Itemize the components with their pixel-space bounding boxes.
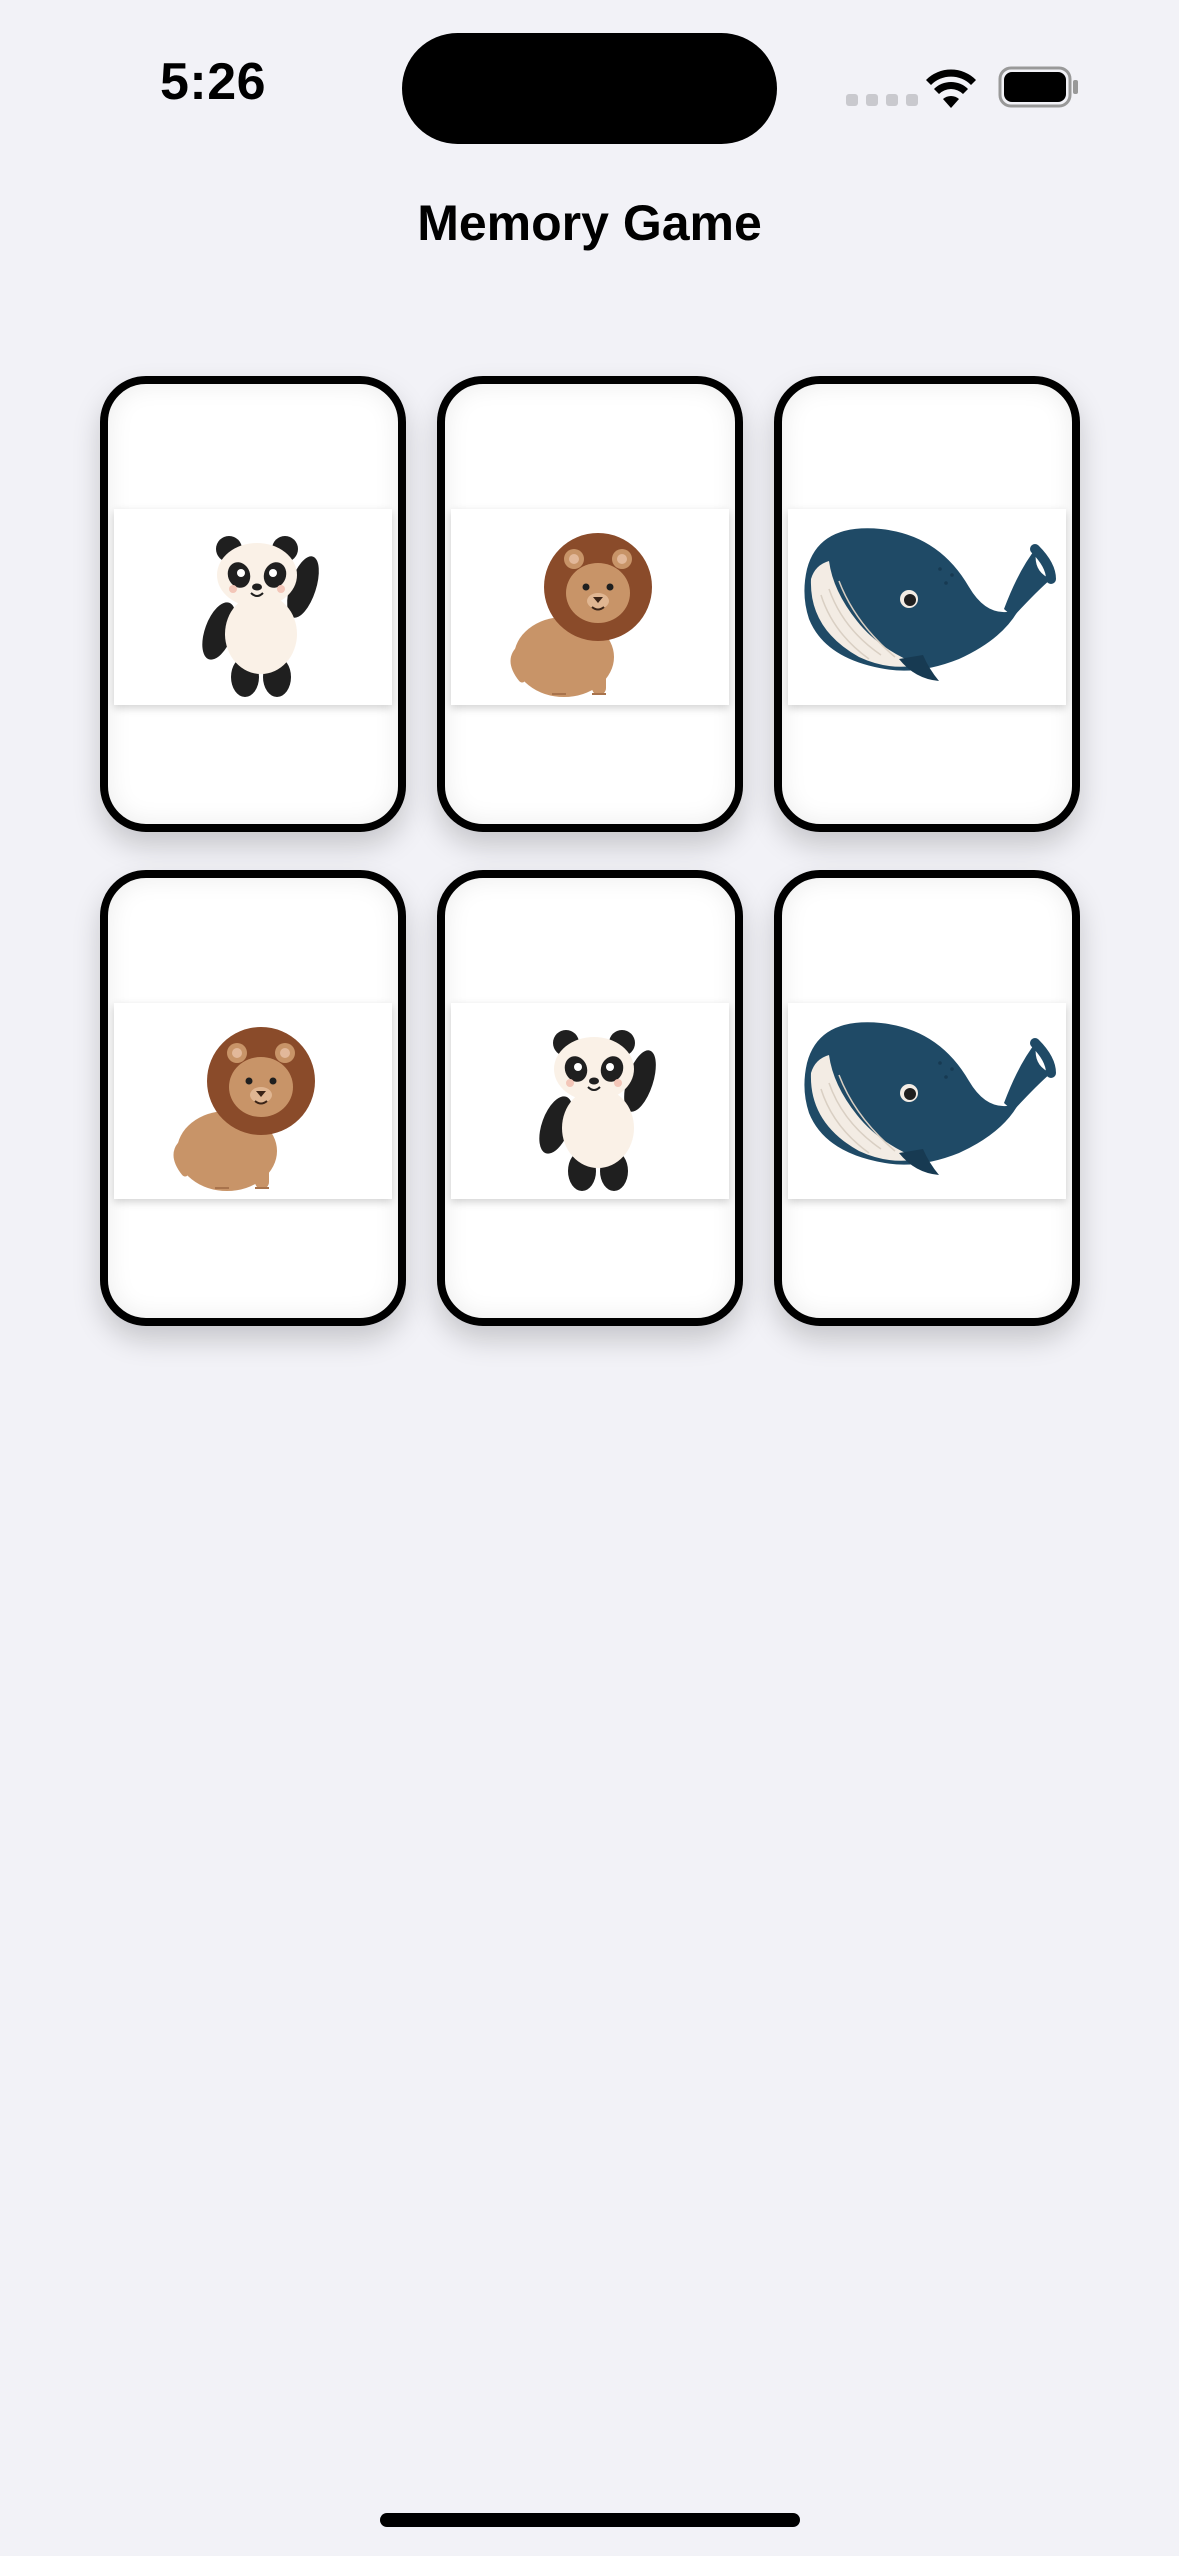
cellular-signal-icon xyxy=(846,94,918,106)
lion-icon xyxy=(114,1003,392,1199)
memory-card[interactable] xyxy=(774,376,1080,832)
page-title: Memory Game xyxy=(417,195,762,251)
lion-card-face xyxy=(114,1003,392,1199)
wifi-icon xyxy=(926,69,976,108)
status-time: 5:26 xyxy=(160,53,267,111)
panda-icon xyxy=(194,535,327,698)
panda-card-face xyxy=(451,1003,729,1199)
home-indicator[interactable] xyxy=(380,2513,800,2527)
memory-card[interactable] xyxy=(100,376,406,832)
lion-card-face xyxy=(451,509,729,705)
panda-icon xyxy=(531,1029,664,1192)
panda-card-face xyxy=(114,509,392,705)
memory-card[interactable] xyxy=(774,870,1080,1326)
whale-card-face xyxy=(788,509,1066,705)
dynamic-island xyxy=(402,33,777,144)
card-grid xyxy=(100,376,1080,1326)
memory-card[interactable] xyxy=(437,376,743,832)
lion-icon xyxy=(451,509,729,705)
whale-icon xyxy=(788,1003,1066,1199)
memory-card[interactable] xyxy=(437,870,743,1326)
memory-card[interactable] xyxy=(100,870,406,1326)
whale-card-face xyxy=(788,1003,1066,1199)
battery-icon xyxy=(998,66,1078,108)
whale-icon xyxy=(788,509,1066,705)
